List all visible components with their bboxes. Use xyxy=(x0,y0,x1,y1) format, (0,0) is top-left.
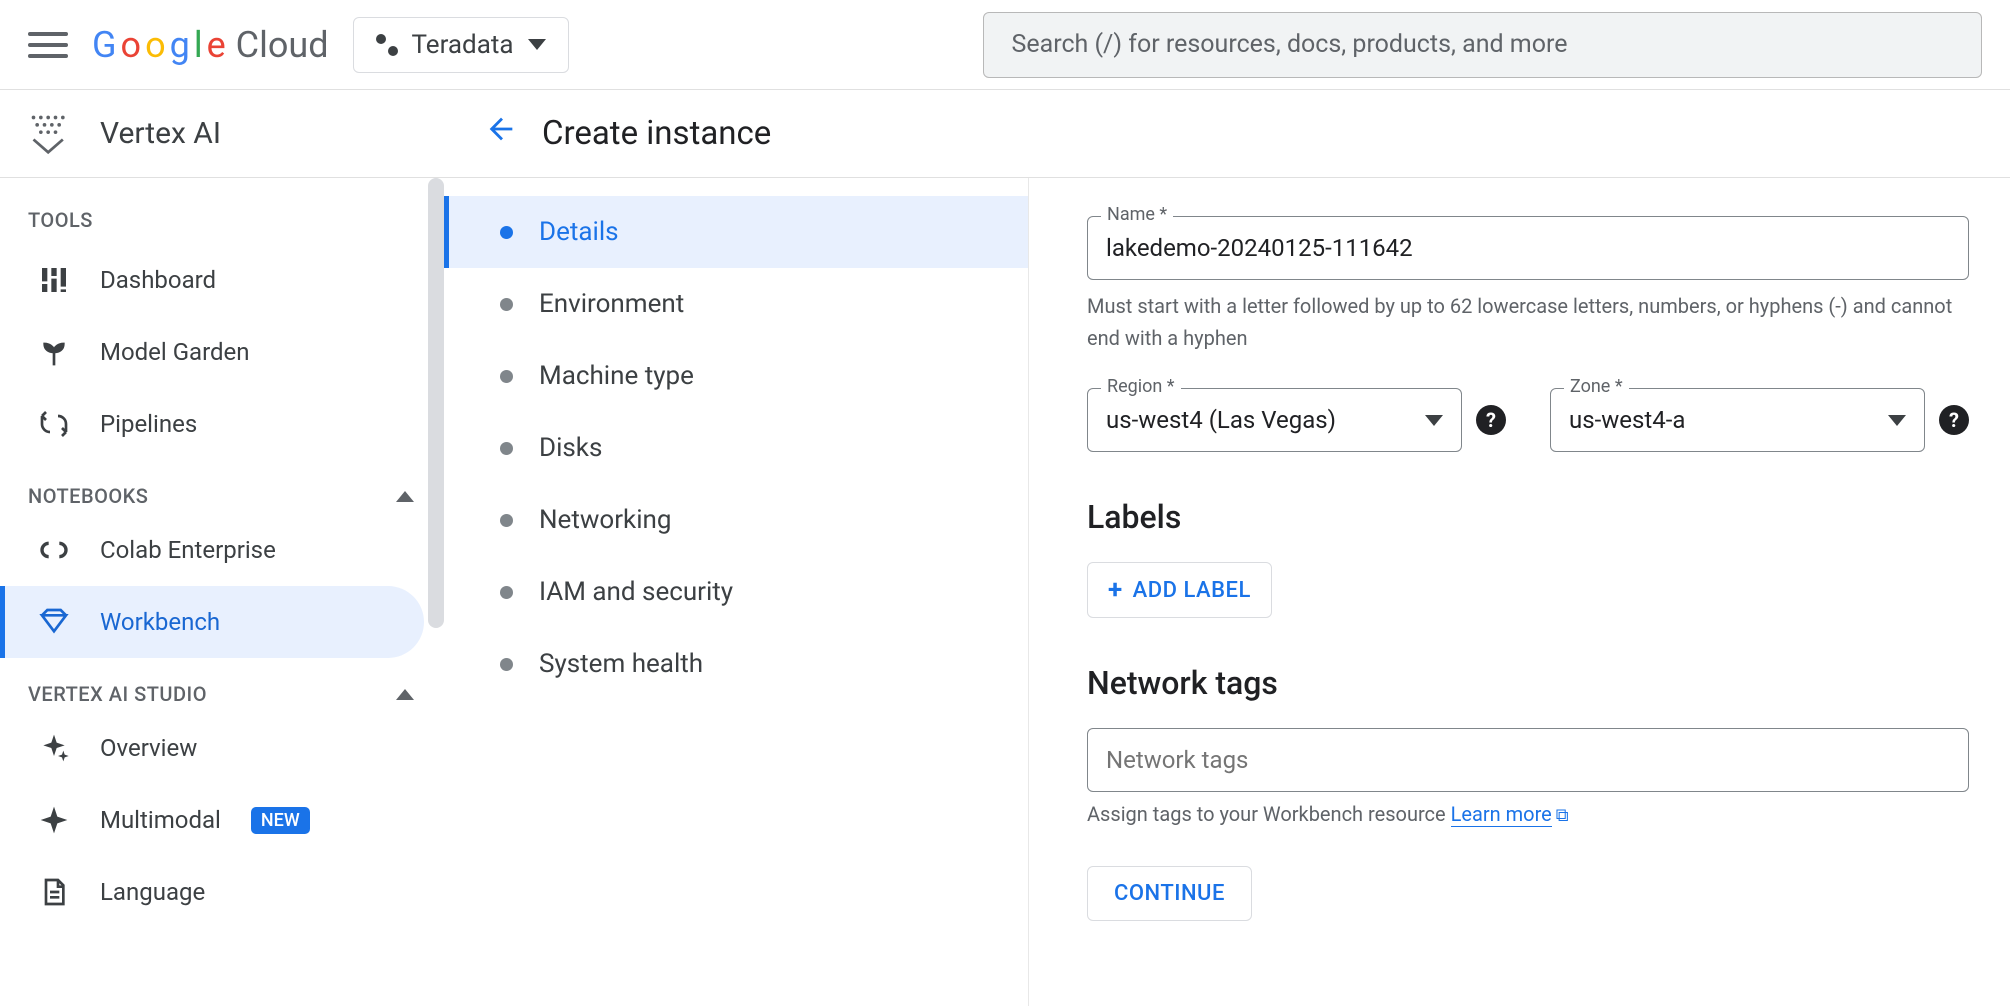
continue-button[interactable]: CONTINUE xyxy=(1087,866,1252,921)
star-icon xyxy=(38,804,70,836)
chevron-up-icon xyxy=(396,491,414,502)
add-label-button[interactable]: + ADD LABEL xyxy=(1087,562,1272,618)
step-iam-security[interactable]: IAM and security xyxy=(444,556,1028,628)
step-dot-icon xyxy=(500,514,513,527)
hamburger-menu-icon[interactable] xyxy=(28,25,68,65)
step-environment[interactable]: Environment xyxy=(444,268,1028,340)
external-link-icon: ⧉ xyxy=(1556,805,1569,826)
top-bar: Google Cloud Teradata xyxy=(0,0,2010,90)
caret-down-icon xyxy=(1425,415,1443,426)
sidebar-section-tools: TOOLS xyxy=(0,178,444,244)
global-search xyxy=(983,12,1983,78)
new-badge: NEW xyxy=(251,807,310,834)
sidebar-item-label: Multimodal xyxy=(100,806,221,834)
sidebar-item-label: Language xyxy=(100,878,205,906)
vertex-ai-icon xyxy=(28,112,72,156)
step-dot-icon xyxy=(500,586,513,599)
region-field-wrapper: Region * us-west4 (Las Vegas) xyxy=(1087,388,1462,452)
step-dot-icon xyxy=(500,370,513,383)
sidebar-item-multimodal[interactable]: Multimodal NEW xyxy=(0,784,424,856)
project-name: Teradata xyxy=(412,30,514,60)
network-tags-helper: Assign tags to your Workbench resource L… xyxy=(1087,802,1969,826)
region-label: Region * xyxy=(1101,376,1181,397)
step-dot-icon xyxy=(500,298,513,311)
search-input[interactable] xyxy=(983,12,1983,78)
caret-down-icon xyxy=(1888,415,1906,426)
sidebar-item-label: Pipelines xyxy=(100,410,197,438)
learn-more-link[interactable]: Learn more xyxy=(1451,802,1552,827)
name-helper-text: Must start with a letter followed by up … xyxy=(1087,290,1969,354)
sidebar-item-colab-enterprise[interactable]: Colab Enterprise xyxy=(0,514,424,586)
sidebar-item-pipelines[interactable]: Pipelines xyxy=(0,388,424,460)
step-machine-type[interactable]: Machine type xyxy=(444,340,1028,412)
name-input[interactable] xyxy=(1087,216,1969,280)
step-system-health[interactable]: System health xyxy=(444,628,1028,700)
sidebar-section-notebooks[interactable]: NOTEBOOKS xyxy=(0,460,444,514)
sidebar-section-vertex-studio[interactable]: VERTEX AI STUDIO xyxy=(0,658,444,712)
sidebar-item-label: Workbench xyxy=(100,608,220,636)
step-disks[interactable]: Disks xyxy=(444,412,1028,484)
network-tags-field-wrapper xyxy=(1087,728,1969,792)
network-tags-header: Network tags xyxy=(1087,664,1969,702)
sidebar-item-overview[interactable]: Overview xyxy=(0,712,424,784)
details-form: Name * Must start with a letter followed… xyxy=(1029,178,1989,1006)
project-picker[interactable]: Teradata xyxy=(353,17,569,73)
sidebar-item-dashboard[interactable]: Dashboard xyxy=(0,244,424,316)
product-title: Vertex AI xyxy=(100,116,221,151)
step-dot-icon xyxy=(500,226,513,239)
workbench-icon xyxy=(38,606,70,638)
pipelines-icon xyxy=(38,408,70,440)
sparkle-icon xyxy=(38,732,70,764)
step-details[interactable]: Details xyxy=(444,196,1028,268)
chevron-up-icon xyxy=(396,689,414,700)
caret-down-icon xyxy=(528,39,546,50)
sidebar-item-model-garden[interactable]: Model Garden xyxy=(0,316,424,388)
labels-header: Labels xyxy=(1087,498,1969,536)
page-title: Create instance xyxy=(542,114,771,153)
step-dot-icon xyxy=(500,658,513,671)
name-field-wrapper: Name * xyxy=(1087,216,1969,280)
google-cloud-logo[interactable]: Google Cloud xyxy=(92,24,329,66)
plus-icon: + xyxy=(1108,575,1123,605)
plant-icon xyxy=(38,336,70,368)
sidebar-item-workbench[interactable]: Workbench xyxy=(0,586,424,658)
document-icon xyxy=(38,876,70,908)
step-dot-icon xyxy=(500,442,513,455)
zone-label: Zone * xyxy=(1564,376,1629,397)
product-bar: Vertex AI Create instance xyxy=(0,90,2010,178)
dashboard-icon xyxy=(38,264,70,296)
colab-icon xyxy=(38,534,70,566)
step-networking[interactable]: Networking xyxy=(444,484,1028,556)
name-label: Name * xyxy=(1101,204,1173,225)
left-sidebar: TOOLS Dashboard Model Garden Pipelines N… xyxy=(0,178,444,1006)
main-content: TOOLS Dashboard Model Garden Pipelines N… xyxy=(0,178,2010,1006)
sidebar-item-label: Colab Enterprise xyxy=(100,536,276,564)
project-icon xyxy=(376,34,398,56)
help-icon[interactable]: ? xyxy=(1939,405,1969,435)
sidebar-item-label: Model Garden xyxy=(100,338,250,366)
network-tags-input[interactable] xyxy=(1087,728,1969,792)
step-nav: Details Environment Machine type Disks N… xyxy=(444,178,1029,1006)
sidebar-item-label: Dashboard xyxy=(100,266,216,294)
sidebar-item-language[interactable]: Language xyxy=(0,856,424,928)
sidebar-item-label: Overview xyxy=(100,734,197,762)
back-arrow-icon[interactable] xyxy=(460,112,542,155)
help-icon[interactable]: ? xyxy=(1476,405,1506,435)
region-select[interactable]: us-west4 (Las Vegas) xyxy=(1087,388,1462,452)
zone-select[interactable]: us-west4-a xyxy=(1550,388,1925,452)
zone-field-wrapper: Zone * us-west4-a xyxy=(1550,388,1925,452)
